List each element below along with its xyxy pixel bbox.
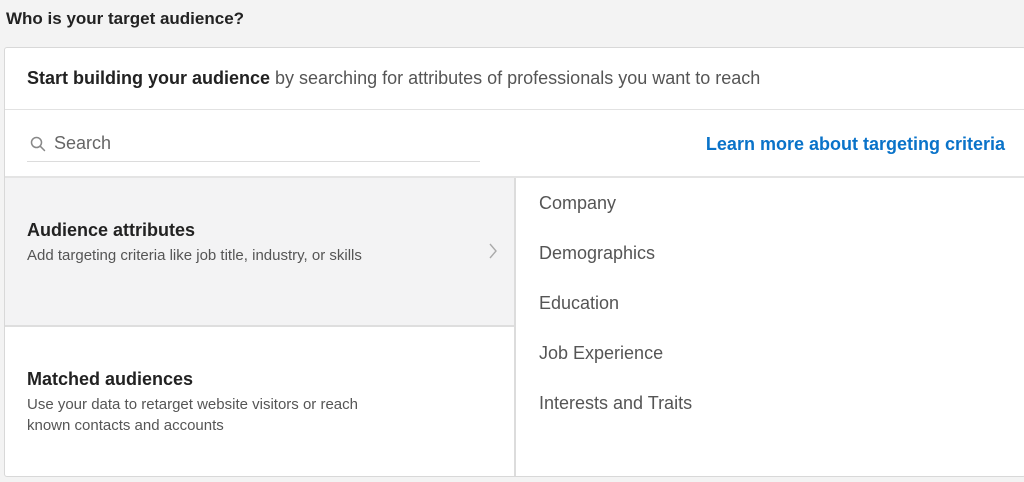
search-row: Learn more about targeting criteria <box>5 110 1024 178</box>
option-title: Matched audiences <box>27 369 194 389</box>
targeting-body: Audience attributes Add targeting criter… <box>5 178 1024 476</box>
attribute-company[interactable]: Company <box>516 192 1024 242</box>
option-description: Add targeting criteria like job title, i… <box>27 247 362 264</box>
audience-attributes-option[interactable]: Audience attributes Add targeting criter… <box>5 178 514 327</box>
option-title: Audience attributes <box>27 220 196 240</box>
attribute-job-experience[interactable]: Job Experience <box>516 342 1024 392</box>
intro-bold: Start building your audience <box>27 68 271 88</box>
intro-rest: by searching for attributes of professio… <box>270 68 761 88</box>
matched-audiences-option[interactable]: Matched audiences Use your data to retar… <box>5 327 514 476</box>
learn-more-link[interactable]: Learn more about targeting criteria <box>706 134 1005 155</box>
search-icon <box>30 136 46 151</box>
search-box[interactable] <box>27 126 480 162</box>
chevron-right-icon <box>489 243 497 259</box>
attribute-categories: Company Demographics Education Job Exper… <box>516 178 1024 476</box>
attribute-education[interactable]: Education <box>516 292 1024 342</box>
intro-text: Start building your audience by searchin… <box>5 48 1024 110</box>
search-input[interactable] <box>54 133 454 154</box>
targeting-options: Audience attributes Add targeting criter… <box>5 178 516 476</box>
attribute-demographics[interactable]: Demographics <box>516 242 1024 292</box>
page-title: Who is your target audience? <box>6 9 245 28</box>
attribute-interests-traits[interactable]: Interests and Traits <box>516 392 1024 442</box>
option-description: Use your data to retarget website visito… <box>27 396 358 434</box>
audience-card: Start building your audience by searchin… <box>4 47 1024 477</box>
